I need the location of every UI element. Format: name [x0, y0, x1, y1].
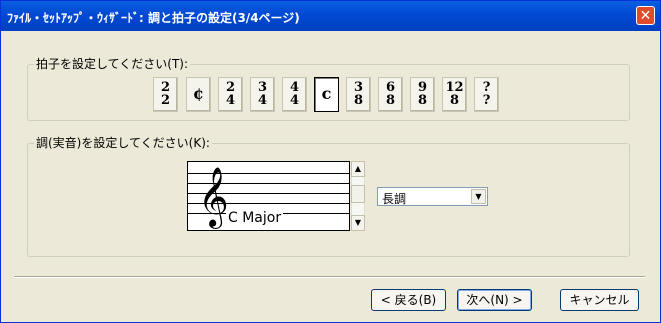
time-denominator: 8 [417, 93, 428, 108]
cancel-button[interactable]: キャンセル [560, 289, 639, 311]
time-signature-option[interactable]: 38 [346, 77, 371, 112]
time-denominator: 8 [449, 93, 460, 108]
key-signature-label: 調(実音)を設定してください(K): [34, 134, 212, 151]
close-icon[interactable]: ✕ [636, 6, 655, 25]
key-mode-value: 長調 [382, 192, 407, 206]
next-button[interactable]: 次へ(N) > [457, 289, 532, 311]
time-signature-option[interactable]: 98 [410, 77, 435, 112]
time-signature-option[interactable]: 22 [153, 77, 178, 112]
time-denominator: 8 [385, 93, 396, 108]
time-symbol: c [321, 84, 332, 103]
time-signature-option[interactable]: 44 [282, 77, 307, 112]
key-name-text: C Major [226, 210, 284, 226]
time-signature-option[interactable]: 34 [250, 77, 275, 112]
time-denominator: 2 [160, 93, 171, 108]
time-denominator: 4 [257, 93, 268, 108]
time-denominator: 4 [225, 93, 236, 108]
time-symbol: ¢ [192, 84, 205, 103]
time-signature-option[interactable]: c [314, 77, 339, 112]
time-signature-option[interactable]: 12 8 [442, 77, 467, 112]
button-separator [14, 276, 645, 278]
window-title: ﾌｧｲﾙ・ｾｯﾄｱｯﾌﾟ・ｳｨｻﾞｰﾄﾞ: 調と拍子の設定(3/4ページ) [7, 11, 300, 25]
back-button[interactable]: < 戻る(B) [371, 289, 446, 311]
key-scroll-down-button[interactable]: ▼ [351, 215, 365, 231]
key-scroll-up-button[interactable]: ▲ [351, 161, 365, 177]
time-signature-option[interactable]: ?? [474, 77, 499, 112]
time-denominator: ? [482, 93, 491, 108]
time-signature-option[interactable]: ¢ [186, 77, 211, 112]
key-mode-select[interactable]: 長調 ▼ [377, 187, 488, 206]
key-scroll-thumb[interactable] [351, 185, 365, 203]
treble-clef-icon: 𝄞 [198, 167, 229, 227]
key-preview-staff: 𝄞 C Major [187, 161, 350, 231]
time-signature-option[interactable]: 68 [378, 77, 403, 112]
time-signature-option[interactable]: 24 [218, 77, 243, 112]
title-bar[interactable]: ﾌｧｲﾙ・ｾｯﾄｱｯﾌﾟ・ｳｨｻﾞｰﾄﾞ: 調と拍子の設定(3/4ページ) ✕ [1, 1, 660, 31]
dropdown-arrow-icon[interactable]: ▼ [471, 189, 486, 204]
time-signature-label: 拍子を設定してください(T): [34, 55, 191, 72]
time-denominator: 4 [289, 93, 300, 108]
time-denominator: 8 [353, 93, 364, 108]
